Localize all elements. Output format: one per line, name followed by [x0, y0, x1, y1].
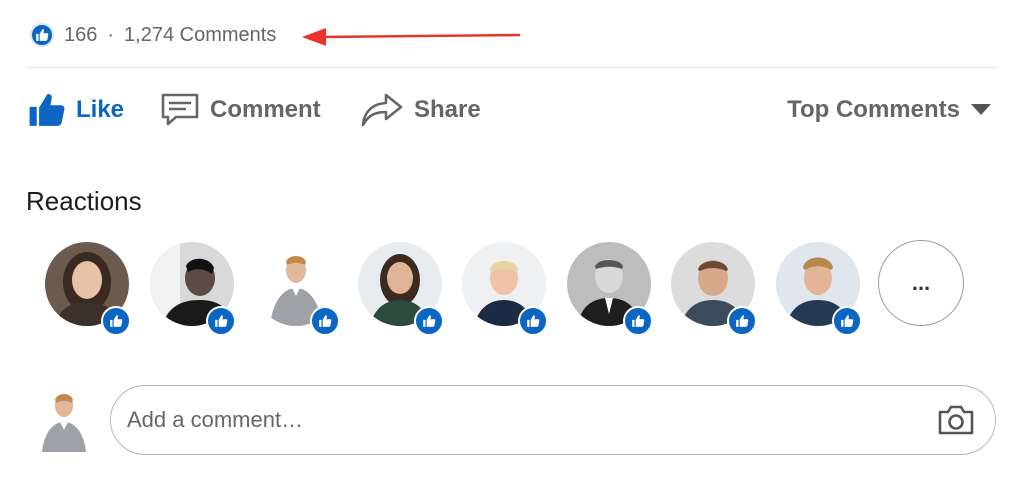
reaction-avatar[interactable]	[45, 242, 131, 336]
sort-comments-dropdown[interactable]: Top Comments	[787, 85, 992, 135]
comment-button[interactable]: Comment	[160, 85, 321, 135]
share-arrow-icon	[361, 93, 403, 127]
thumbs-up-icon	[29, 93, 65, 126]
reactions-count[interactable]: 166	[64, 24, 97, 47]
comment-input[interactable]	[125, 406, 937, 434]
reaction-avatar[interactable]	[671, 242, 757, 336]
reaction-avatar[interactable]	[776, 242, 862, 336]
reactions-heading: Reactions	[26, 186, 142, 216]
camera-icon[interactable]	[937, 404, 975, 436]
like-badge-icon	[310, 306, 340, 336]
like-badge-icon	[832, 306, 862, 336]
reaction-avatar[interactable]	[254, 242, 340, 336]
current-user-avatar	[38, 390, 90, 452]
annotation-arrow-icon	[302, 28, 521, 46]
sort-label: Top Comments	[787, 96, 960, 123]
reaction-avatar[interactable]	[462, 242, 548, 336]
comment-label: Comment	[210, 96, 321, 123]
like-badge-icon	[101, 306, 131, 336]
reaction-avatar[interactable]	[150, 242, 236, 336]
comment-icon	[161, 93, 199, 126]
like-label: Like	[76, 96, 125, 123]
like-badge-icon	[623, 306, 653, 336]
like-badge-icon	[206, 306, 236, 336]
like-badge-icon	[518, 306, 548, 336]
share-label: Share	[414, 96, 481, 123]
like-button[interactable]: Like	[28, 85, 124, 135]
more-reactions-button[interactable]: ...	[878, 240, 964, 326]
caret-down-icon	[971, 104, 991, 115]
separator-dot: ·	[107, 23, 115, 46]
reaction-avatar[interactable]	[567, 242, 653, 336]
divider	[26, 67, 998, 68]
reaction-avatar[interactable]	[358, 242, 444, 336]
like-badge-icon	[414, 306, 444, 336]
share-button[interactable]: Share	[360, 85, 481, 135]
like-badge-icon	[727, 306, 757, 336]
social-counts: 166 · 1,274 Comments	[30, 20, 276, 50]
comments-count[interactable]: 1,274 Comments	[124, 24, 276, 47]
comment-input-box[interactable]	[110, 385, 996, 455]
like-reaction-icon	[30, 23, 54, 47]
